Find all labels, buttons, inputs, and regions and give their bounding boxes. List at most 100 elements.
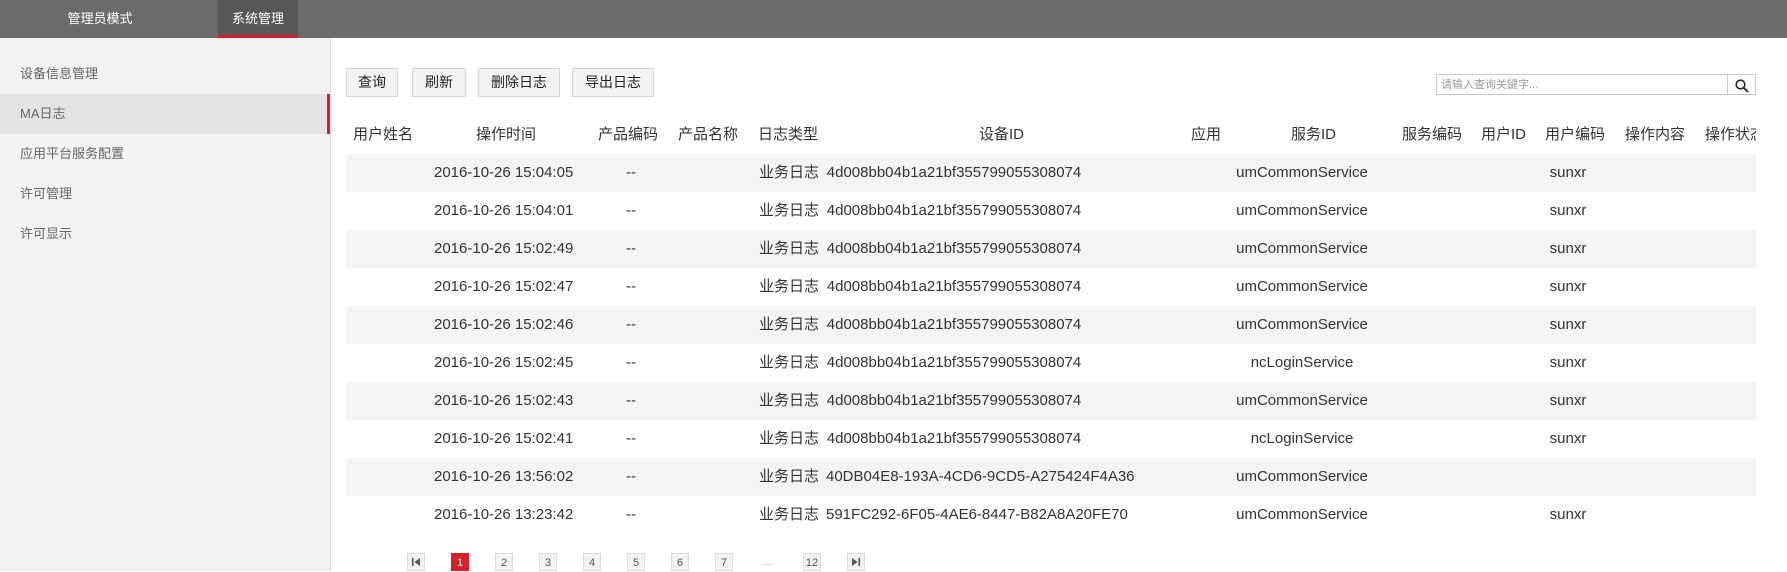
cell-operation-time: 2016-10-26 15:02:47 [434,278,574,295]
first-page-icon [412,558,420,566]
cell-service-id: umCommonService [1236,506,1368,523]
cell-device-id: 4d008bb04b1a21bf355799055308074 [826,278,1082,295]
column-header-log-type[interactable]: 日志类型 [758,116,818,154]
cell-product-code: -- [626,202,636,219]
column-header-user-code[interactable]: 用户编码 [1545,116,1605,154]
cell-product-code: -- [626,468,636,485]
cell-user-code [1548,458,1588,496]
table-row[interactable]: 2016-10-26 15:04:01 -- 业务日志 4d008bb04b1a… [346,192,1756,230]
cell-operation-time: 2016-10-26 15:02:46 [434,316,574,333]
page-button-4[interactable]: 4 [583,553,601,571]
cell-user-code: sunxr [1549,506,1587,523]
cell-log-type: 业务日志 [759,506,820,523]
search-input[interactable] [1436,74,1728,95]
cell-user-code: sunxr [1549,202,1587,219]
query-button[interactable]: 查询 [346,68,398,97]
cell-operation-time: 2016-10-26 13:23:42 [434,506,574,523]
tab-system-management-label: 系统管理 [231,11,284,26]
cell-product-code: -- [626,278,636,295]
column-header-service-id[interactable]: 服务ID [1291,116,1336,154]
log-table: 用户姓名 操作时间 产品编码 产品名称 日志类型 设备ID 应用 服务ID 服务… [346,116,1756,532]
column-header-operation-content[interactable]: 操作内容 [1625,116,1685,154]
export-log-button[interactable]: 导出日志 [572,68,654,97]
cell-log-type: 业务日志 [759,354,820,371]
cell-service-id: umCommonService [1236,164,1368,181]
cell-log-type: 业务日志 [759,430,820,447]
table-row[interactable]: 2016-10-26 13:23:42 -- 业务日志 591FC292-6F0… [346,496,1756,532]
sidebar-item-license-display[interactable]: 许可显示 [0,214,330,254]
last-page-icon [852,558,860,566]
cell-product-code: -- [626,240,636,257]
cell-log-type: 业务日志 [759,468,820,485]
cell-user-code: sunxr [1549,354,1587,371]
cell-product-code: -- [626,354,636,371]
cell-device-id: 4d008bb04b1a21bf355799055308074 [826,392,1082,409]
sidebar-item-device-info[interactable]: 设备信息管理 [0,54,330,94]
search-icon [1735,79,1749,93]
page-button-1[interactable]: 1 [451,553,469,571]
cell-operation-time: 2016-10-26 15:04:01 [434,202,574,219]
cell-log-type: 业务日志 [759,240,820,257]
column-header-device-id[interactable]: 设备ID [979,116,1024,154]
cell-product-code: -- [626,430,636,447]
sidebar-item-ma-log[interactable]: MA日志 [0,94,330,134]
cell-log-type: 业务日志 [759,316,820,333]
tab-admin-mode[interactable]: 管理员模式 [40,0,160,38]
cell-device-id: 4d008bb04b1a21bf355799055308074 [826,430,1082,447]
sidebar-item-app-platform-config[interactable]: 应用平台服务配置 [0,134,330,174]
column-header-product-code[interactable]: 产品编码 [598,116,658,154]
cell-product-code: -- [626,392,636,409]
table-row[interactable]: 2016-10-26 15:02:47 -- 业务日志 4d008bb04b1a… [346,268,1756,306]
page-button-3[interactable]: 3 [539,553,557,571]
last-page-button[interactable] [847,553,865,571]
page-ellipsis: ... [763,556,773,568]
column-header-user-name[interactable]: 用户姓名 [353,116,413,154]
cell-device-id: 4d008bb04b1a21bf355799055308074 [826,202,1082,219]
column-header-user-id[interactable]: 用户ID [1481,116,1526,154]
cell-service-id: umCommonService [1236,202,1368,219]
column-header-service-code[interactable]: 服务编码 [1402,116,1462,154]
cell-operation-time: 2016-10-26 15:02:45 [434,354,574,371]
column-header-operation-time[interactable]: 操作时间 [476,116,536,154]
table-row[interactable]: 2016-10-26 15:02:43 -- 业务日志 4d008bb04b1a… [346,382,1756,420]
cell-operation-time: 2016-10-26 13:56:02 [434,468,574,485]
page-button-2[interactable]: 2 [495,553,513,571]
top-nav-bar: 管理员模式 系统管理 [0,0,1787,38]
sidebar: 设备信息管理 MA日志 应用平台服务配置 许可管理 许可显示 [0,38,331,571]
table-header: 用户姓名 操作时间 产品编码 产品名称 日志类型 设备ID 应用 服务ID 服务… [346,116,1756,154]
cell-log-type: 业务日志 [759,278,820,295]
cell-service-id: ncLoginService [1250,354,1354,371]
cell-log-type: 业务日志 [759,392,820,409]
table-row[interactable]: 2016-10-26 15:02:46 -- 业务日志 4d008bb04b1a… [346,306,1756,344]
column-header-operation-status[interactable]: 操作状态 [1705,116,1756,154]
cell-user-code: sunxr [1549,430,1587,447]
table-row[interactable]: 2016-10-26 15:02:41 -- 业务日志 4d008bb04b1a… [346,420,1756,458]
cell-product-code: -- [626,164,636,181]
tab-system-management[interactable]: 系统管理 [218,0,298,38]
first-page-button[interactable] [407,553,425,571]
cell-operation-time: 2016-10-26 15:02:43 [434,392,574,409]
page-button-12[interactable]: 12 [803,553,821,571]
search-button[interactable] [1728,74,1756,95]
column-header-application[interactable]: 应用 [1191,116,1221,154]
delete-log-button[interactable]: 删除日志 [478,68,560,97]
page-button-7[interactable]: 7 [715,553,733,571]
table-row[interactable]: 2016-10-26 15:04:05 -- 业务日志 4d008bb04b1a… [346,154,1756,192]
sidebar-item-license-management[interactable]: 许可管理 [0,174,330,214]
cell-log-type: 业务日志 [759,202,820,219]
column-header-product-name[interactable]: 产品名称 [678,116,738,154]
table-row[interactable]: 2016-10-26 13:56:02 -- 业务日志 40DB04E8-193… [346,458,1756,496]
cell-operation-time: 2016-10-26 15:02:41 [434,430,574,447]
table-row[interactable]: 2016-10-26 15:02:49 -- 业务日志 4d008bb04b1a… [346,230,1756,268]
refresh-button[interactable]: 刷新 [412,68,466,97]
cell-user-code: sunxr [1549,316,1587,333]
cell-device-id: 4d008bb04b1a21bf355799055308074 [826,164,1082,181]
cell-user-code: sunxr [1549,240,1587,257]
cell-device-id: 591FC292-6F05-4AE6-8447-B82A8A20FE70 [826,506,1128,523]
cell-user-code: sunxr [1549,392,1587,409]
cell-service-id: umCommonService [1236,468,1368,485]
page-button-6[interactable]: 6 [671,553,689,571]
table-row[interactable]: 2016-10-26 15:02:45 -- 业务日志 4d008bb04b1a… [346,344,1756,382]
cell-device-id: 40DB04E8-193A-4CD6-9CD5-A275424F4A36 [826,468,1135,485]
page-button-5[interactable]: 5 [627,553,645,571]
